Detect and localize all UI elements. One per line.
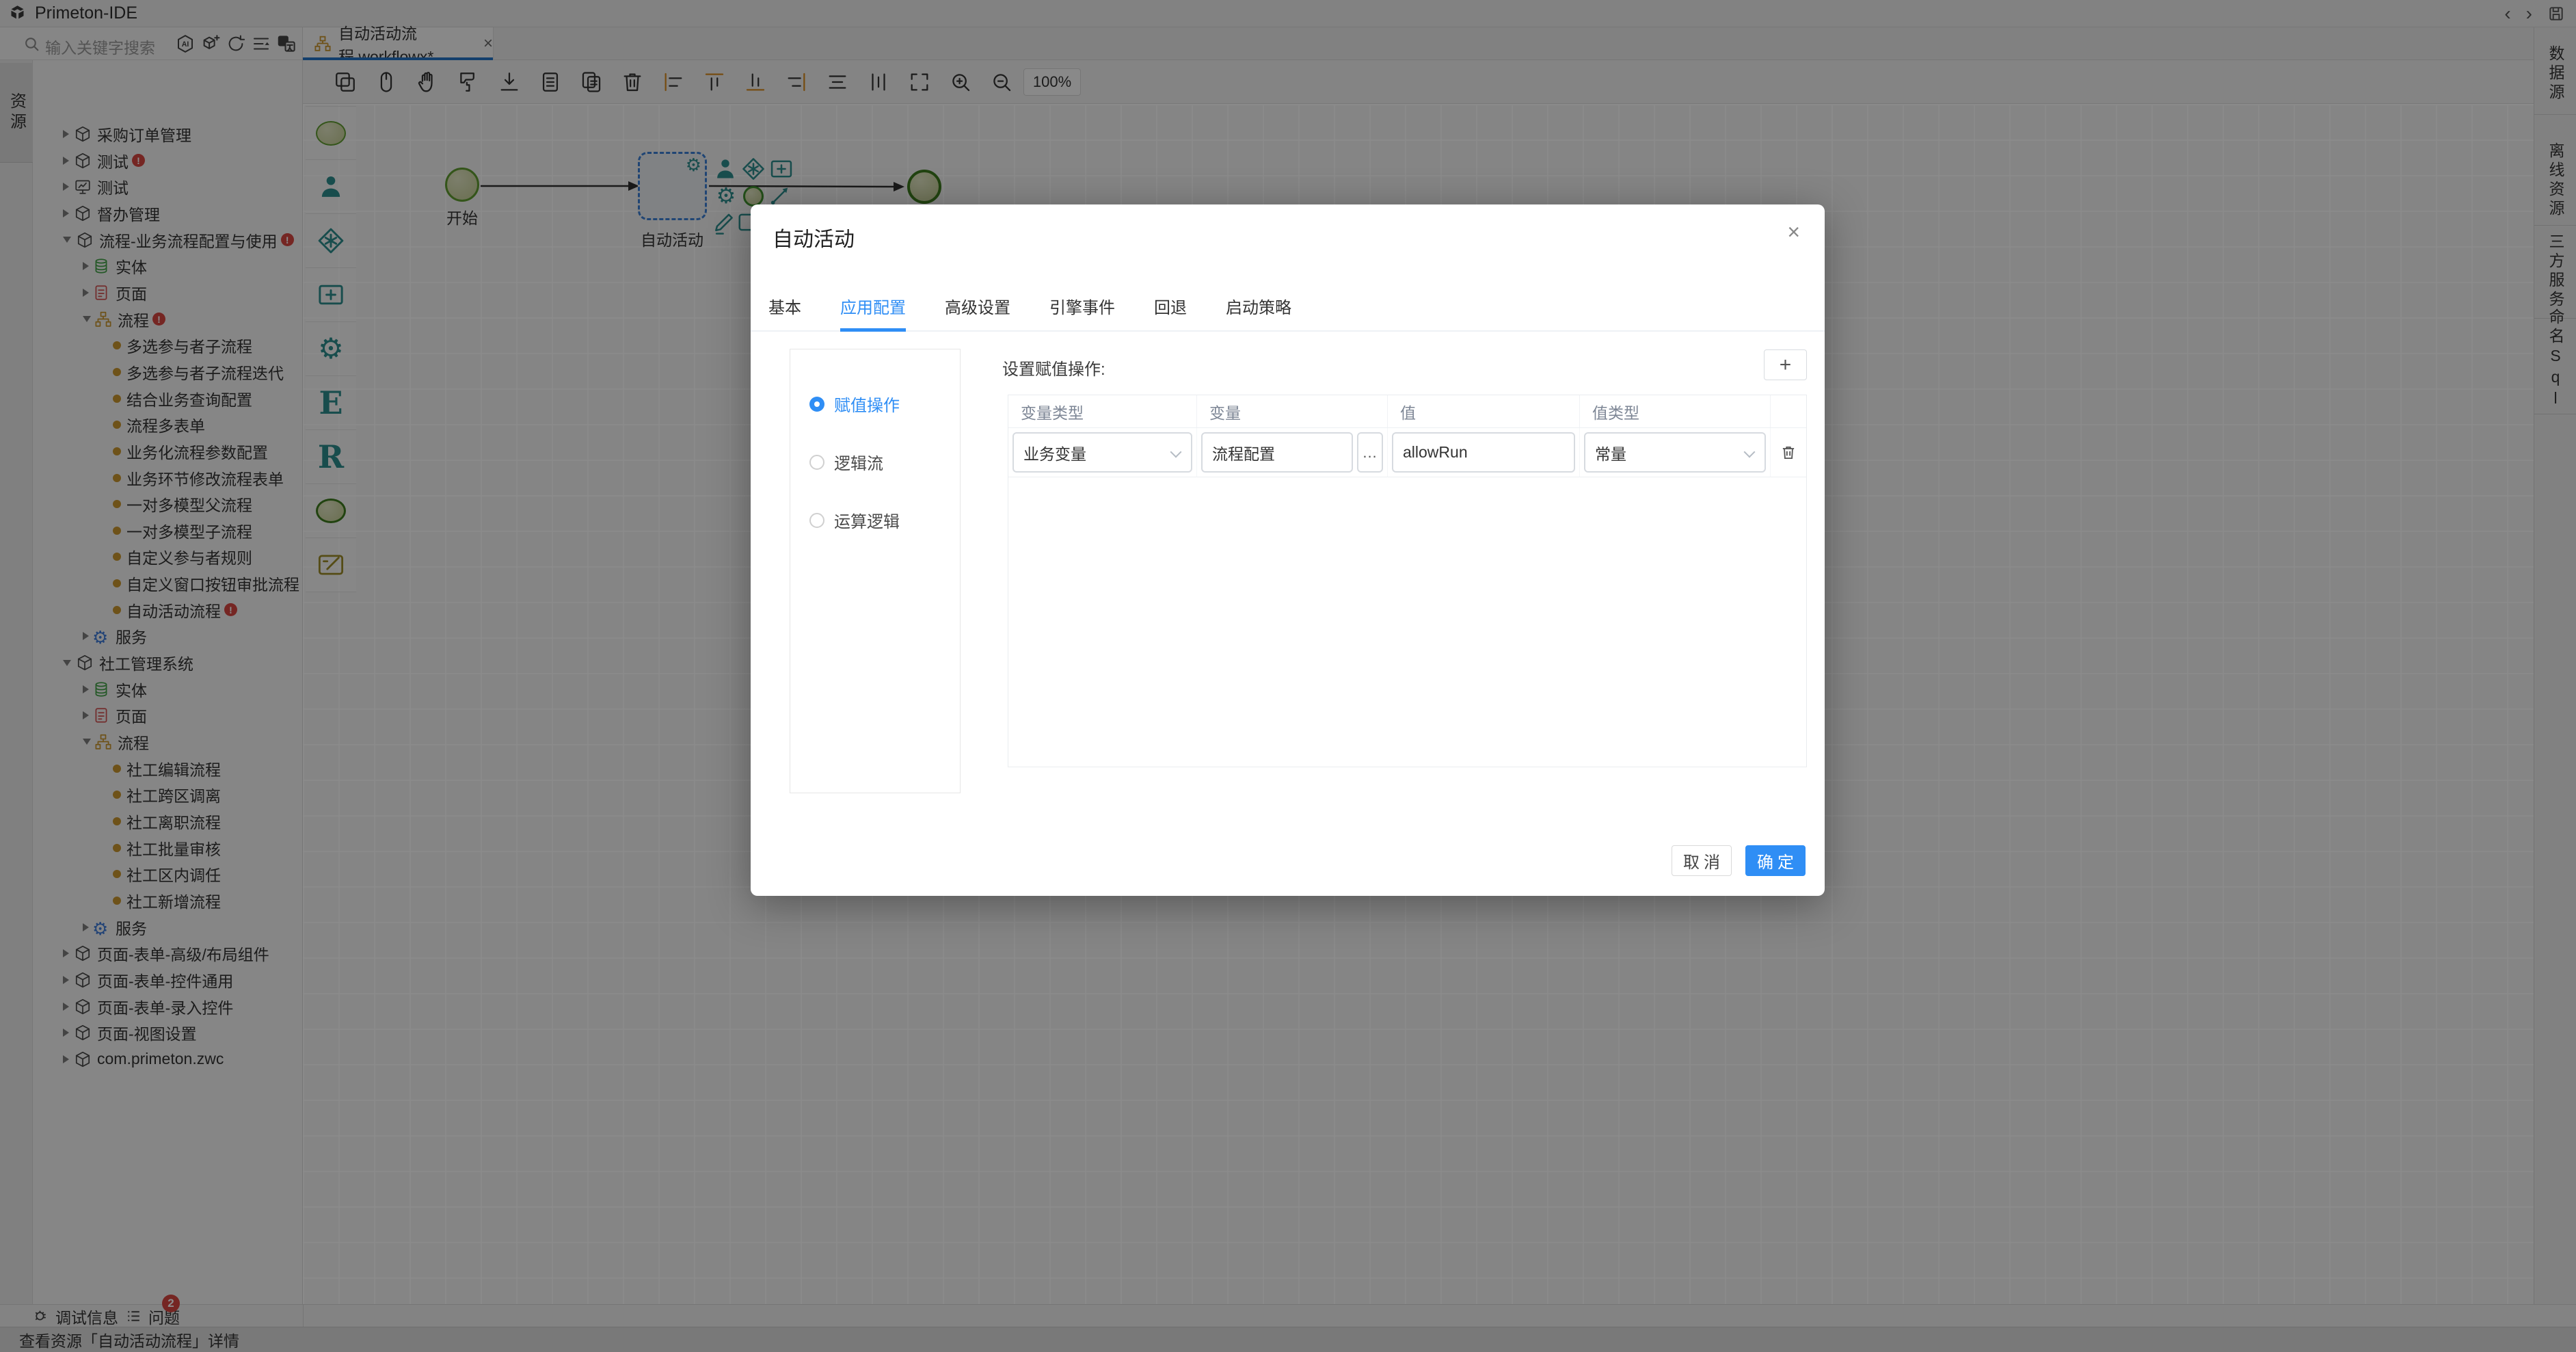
auto-activity-dialog: 自动活动 × 基本 应用配置 高级设置 引擎事件 回退 启动策略 赋值操作 逻辑… (751, 204, 1825, 896)
value-type-value: 常量 (1595, 441, 1626, 464)
assign-table-row: 业务变量 流程配置 ... allowRun (1008, 428, 1806, 477)
variable-picker-button[interactable]: ... (1357, 432, 1383, 473)
tab-engine-events[interactable]: 引擎事件 (1049, 294, 1115, 330)
var-type-value: 业务变量 (1023, 441, 1086, 464)
chevron-down-icon (1170, 447, 1182, 458)
dialog-close-icon[interactable]: × (1787, 221, 1800, 243)
assign-table-header: 变量类型 变量 值 值类型 (1008, 395, 1806, 428)
col-actions (1771, 395, 1806, 427)
chevron-down-icon (1744, 447, 1756, 458)
tab-rollback[interactable]: 回退 (1154, 294, 1187, 330)
dialog-title: 自动活动 (773, 222, 855, 252)
ok-button[interactable]: 确定 (1745, 845, 1806, 876)
section-label: 运算逻辑 (834, 508, 900, 532)
app-root: Primeton-IDE ‹ › 输入关键字搜索 AI 自动活动流程.workf… (0, 0, 2576, 1352)
radio-icon[interactable] (809, 455, 824, 470)
assign-operations-label: 设置赋值操作: (1002, 356, 1105, 380)
col-value: 值 (1388, 395, 1580, 427)
var-type-select[interactable]: 业务变量 (1012, 432, 1192, 473)
tab-advanced[interactable]: 高级设置 (945, 294, 1010, 330)
assign-table: 变量类型 变量 值 值类型 业务变量 流程配置 ... (1008, 395, 1807, 767)
col-variable: 变量 (1197, 395, 1388, 427)
tab-basic[interactable]: 基本 (768, 294, 801, 330)
dialog-tabs: 基本 应用配置 高级设置 引擎事件 回退 启动策略 (751, 285, 1825, 332)
col-value-type: 值类型 (1580, 395, 1771, 427)
section-logic-flow[interactable]: 逻辑流 (809, 450, 960, 474)
tab-start-strategy[interactable]: 启动策略 (1226, 294, 1291, 330)
value-value: allowRun (1403, 443, 1468, 462)
section-label: 赋值操作 (834, 392, 900, 416)
variable-value: 流程配置 (1212, 441, 1275, 464)
col-var-type: 变量类型 (1008, 395, 1197, 427)
tab-app-config[interactable]: 应用配置 (840, 294, 906, 330)
delete-row-icon[interactable] (1780, 444, 1797, 462)
section-label: 逻辑流 (834, 450, 883, 474)
cancel-button[interactable]: 取消 (1672, 845, 1732, 876)
add-row-button[interactable]: + (1764, 349, 1807, 380)
radio-icon[interactable] (809, 513, 824, 528)
value-type-select[interactable]: 常量 (1584, 432, 1766, 473)
section-panel: 赋值操作 逻辑流 运算逻辑 (790, 349, 961, 793)
section-operation-logic[interactable]: 运算逻辑 (809, 508, 960, 532)
variable-input[interactable]: 流程配置 (1201, 432, 1353, 473)
radio-selected-icon[interactable] (809, 397, 824, 412)
value-input[interactable]: allowRun (1392, 432, 1575, 473)
section-assign-operation[interactable]: 赋值操作 (809, 392, 960, 416)
